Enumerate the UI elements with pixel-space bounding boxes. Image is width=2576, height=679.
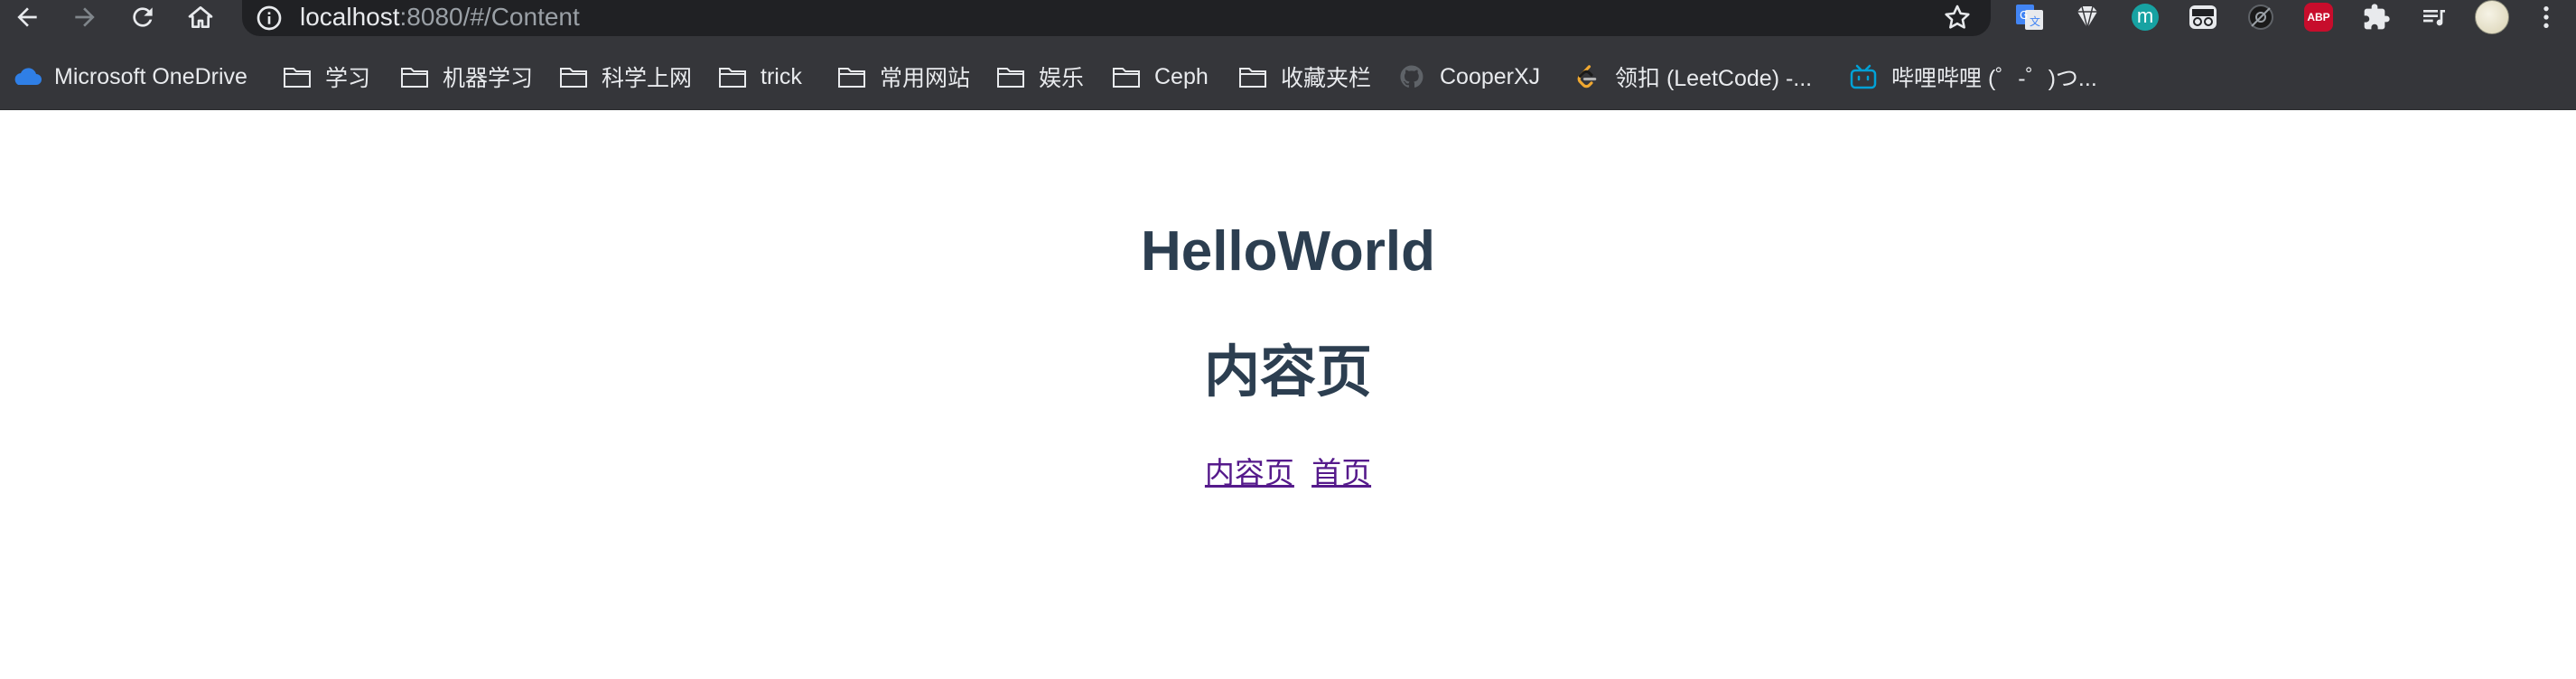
folder-icon bbox=[1111, 63, 1142, 90]
onedrive-icon bbox=[11, 63, 42, 90]
adblock-plus-extension[interactable]: ABP bbox=[2301, 0, 2336, 34]
forward-button[interactable] bbox=[67, 0, 103, 34]
home-page-link[interactable]: 首页 bbox=[1311, 456, 1371, 489]
page-subtitle: 内容页 bbox=[1203, 341, 1372, 404]
url-host: localhost bbox=[300, 3, 400, 31]
url-text[interactable]: localhost:8080/#/Content bbox=[300, 0, 580, 34]
bookmark-folder-trick[interactable]: trick bbox=[717, 39, 802, 115]
bookmark-star-icon[interactable] bbox=[1942, 2, 1973, 33]
bookmark-label: 哔哩哔哩 (゜-゜)つ... bbox=[1891, 66, 2097, 91]
blocked-eye-icon bbox=[2248, 5, 2273, 30]
privacy-extension[interactable] bbox=[2244, 0, 2278, 34]
address-bar[interactable]: localhost:8080/#/Content bbox=[242, 0, 1991, 36]
puzzle-icon bbox=[2364, 4, 2390, 30]
diamond-icon bbox=[2077, 5, 2097, 29]
bookmark-bilibili[interactable]: 哔哩哔哩 (゜-゜)つ... bbox=[1848, 39, 2097, 115]
bookmark-folder-common-sites[interactable]: 常用网站 bbox=[836, 39, 970, 115]
bookmark-folder-study[interactable]: 学习 bbox=[282, 39, 370, 115]
profile-button[interactable] bbox=[2475, 0, 2509, 34]
folder-icon bbox=[836, 63, 867, 90]
folder-icon bbox=[282, 63, 313, 90]
bookmark-leetcode[interactable]: 领扣 (LeetCode) -... bbox=[1572, 39, 1812, 115]
menu-button[interactable] bbox=[2529, 0, 2563, 34]
bookmark-folder-machine-learning[interactable]: 机器学习 bbox=[399, 39, 533, 115]
leetcode-icon bbox=[1572, 63, 1602, 90]
bookmark-label: Ceph bbox=[1154, 63, 1209, 89]
m-icon: m bbox=[2132, 4, 2159, 31]
page-content: HelloWorld 内容页 内容页 首页 bbox=[0, 109, 2576, 679]
nav-links: 内容页 首页 bbox=[0, 451, 2576, 496]
home-button[interactable] bbox=[182, 0, 219, 34]
github-icon bbox=[1396, 63, 1427, 90]
media-control-button[interactable] bbox=[2417, 0, 2451, 34]
bookmark-folder-entertainment[interactable]: 娱乐 bbox=[995, 39, 1084, 115]
bookmark-folder-favorites-bar[interactable]: 收藏夹栏 bbox=[1237, 39, 1371, 115]
reload-icon bbox=[133, 7, 153, 27]
bookmark-onedrive[interactable]: Microsoft OneDrive bbox=[11, 39, 247, 115]
bilibili-icon bbox=[1848, 63, 1879, 90]
forward-arrow-icon bbox=[75, 7, 95, 27]
reader-extension[interactable] bbox=[2186, 0, 2220, 34]
bookmark-label: 科学上网 bbox=[602, 66, 693, 91]
bookmark-label: Microsoft OneDrive bbox=[54, 63, 247, 89]
folder-icon bbox=[1237, 63, 1268, 90]
google-translate-icon: G 文 bbox=[2016, 5, 2043, 30]
bookmark-label: 常用网站 bbox=[880, 66, 971, 91]
content-page-link[interactable]: 内容页 bbox=[1205, 456, 1294, 489]
extensions-button[interactable] bbox=[2359, 0, 2394, 34]
folder-icon bbox=[717, 63, 748, 90]
google-translate-extension[interactable]: G 文 bbox=[2012, 0, 2047, 34]
folder-icon bbox=[995, 63, 1026, 90]
bookmark-label: 收藏夹栏 bbox=[1281, 66, 1372, 91]
bookmarks-bar: Microsoft OneDrive 学习 机器学习 科学上网 trick 常用… bbox=[0, 39, 2576, 110]
reload-button[interactable] bbox=[125, 0, 161, 34]
url-path: :8080/#/Content bbox=[399, 3, 580, 31]
page-title: HelloWorld bbox=[1140, 220, 1436, 283]
avatar-icon bbox=[2475, 0, 2509, 34]
back-button[interactable] bbox=[9, 0, 45, 34]
folder-icon bbox=[399, 63, 430, 90]
bookmark-label: 机器学习 bbox=[443, 66, 534, 91]
browser-toolbar: localhost:8080/#/Content G 文 m ABP bbox=[0, 0, 2576, 39]
folder-icon bbox=[558, 63, 589, 90]
bookmark-label: 学习 bbox=[325, 66, 371, 91]
playlist-icon bbox=[2423, 10, 2445, 26]
bookmark-folder-ceph[interactable]: Ceph bbox=[1111, 39, 1209, 115]
svg-text:G: G bbox=[2020, 9, 2028, 22]
bookmark-label: CooperXJ bbox=[1440, 63, 1541, 89]
abp-icon: ABP bbox=[2304, 3, 2333, 32]
bookmark-folder-proxy[interactable]: 科学上网 bbox=[558, 39, 692, 115]
svg-text:文: 文 bbox=[2030, 14, 2040, 28]
bookmark-label: trick bbox=[761, 63, 802, 89]
home-icon bbox=[188, 5, 213, 28]
bookmark-github-cooperxj[interactable]: CooperXJ bbox=[1396, 39, 1540, 115]
gem-extension[interactable] bbox=[2070, 0, 2105, 34]
m-extension[interactable]: m bbox=[2128, 0, 2162, 34]
kebab-menu-icon bbox=[2543, 6, 2549, 28]
glasses-icon bbox=[2189, 5, 2217, 29]
bookmark-label: 领扣 (LeetCode) -... bbox=[1615, 66, 1813, 91]
back-arrow-icon bbox=[17, 7, 37, 27]
site-info-icon[interactable] bbox=[255, 4, 284, 33]
bookmark-label: 娱乐 bbox=[1039, 66, 1085, 91]
